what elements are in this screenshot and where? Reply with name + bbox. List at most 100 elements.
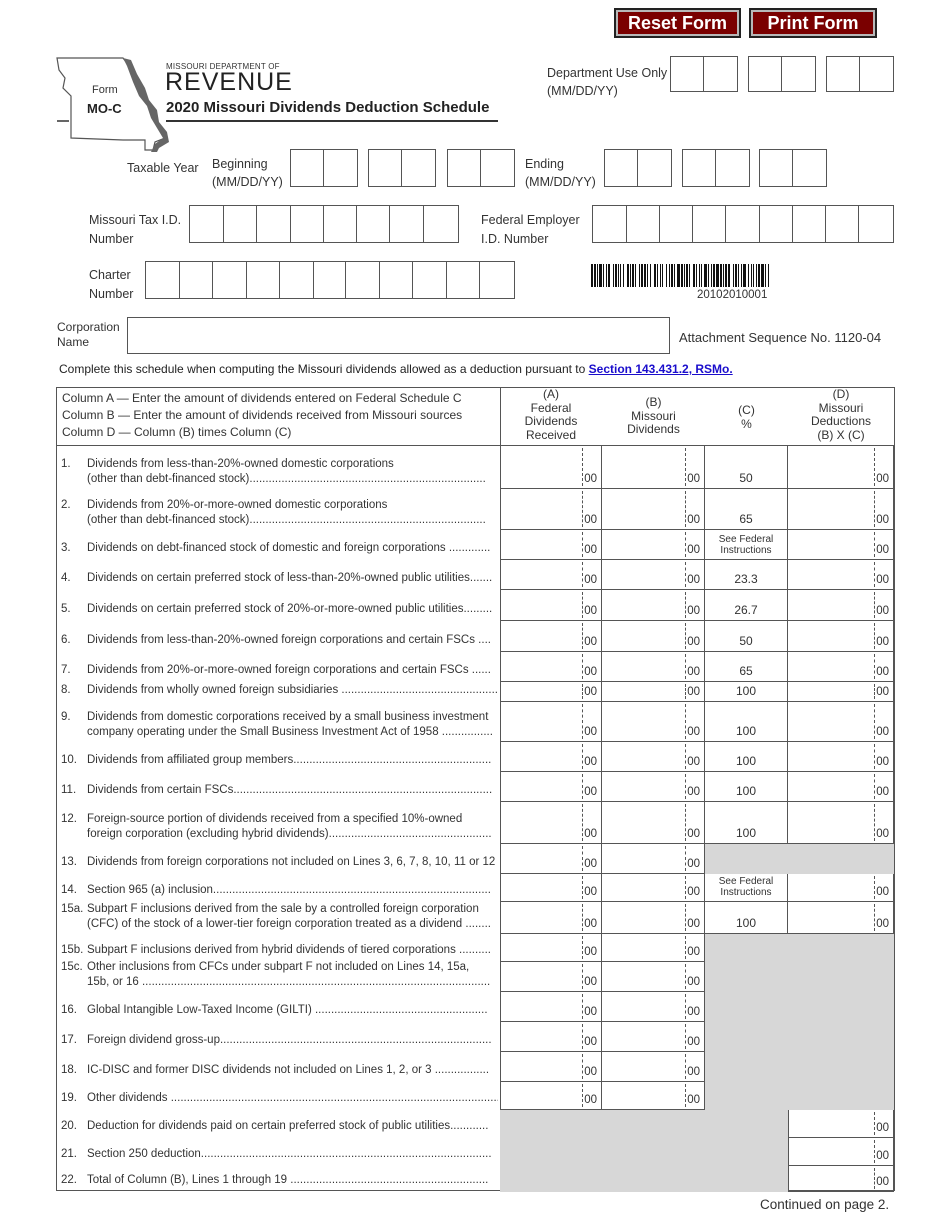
- line-19-col-b-input[interactable]: 00: [602, 1082, 705, 1110]
- line-12-col-a-input[interactable]: 00: [500, 802, 602, 844]
- line-2-col-a-input[interactable]: 00: [500, 489, 602, 530]
- rsmo-section-link[interactable]: Section 143.431.2, RSMo.: [589, 362, 733, 376]
- line-13-col-a-input[interactable]: 00: [500, 844, 602, 874]
- line-14-col-d-input[interactable]: 00: [788, 874, 894, 902]
- charter-number-input[interactable]: [145, 261, 515, 299]
- line-8-col-d-input[interactable]: 00: [788, 682, 894, 702]
- barcode-number: 20102010001: [697, 289, 768, 301]
- line-number: 15c.: [61, 961, 83, 973]
- line-5-col-b-input[interactable]: 00: [602, 590, 705, 621]
- beginning-yy[interactable]: [447, 149, 515, 187]
- table-row-label: 7. Dividends from 20%-or-more-owned fore…: [57, 652, 500, 682]
- cents-label: 00: [876, 514, 889, 526]
- line-15a-col-a-input[interactable]: 00: [500, 902, 602, 934]
- line-description: Dividends from affiliated group members.…: [87, 754, 492, 766]
- line-11-col-b-input[interactable]: 00: [602, 772, 705, 802]
- reset-form-button[interactable]: Reset Form: [614, 8, 741, 38]
- beginning-mm[interactable]: [290, 149, 358, 187]
- line-7-col-d-input[interactable]: 00: [788, 652, 894, 682]
- line-12-col-b-input[interactable]: 00: [602, 802, 705, 844]
- line-9-col-b-input[interactable]: 00: [602, 702, 705, 742]
- beginning-dd[interactable]: [368, 149, 436, 187]
- dept-use-yy[interactable]: [826, 56, 894, 92]
- line-14-col-a-input[interactable]: 00: [500, 874, 602, 902]
- line-1-col-b-input[interactable]: 00: [602, 446, 705, 489]
- line-8-col-a-input[interactable]: 00: [500, 682, 602, 702]
- line-9-col-a-input[interactable]: 00: [500, 702, 602, 742]
- corporation-name-input[interactable]: [127, 317, 670, 354]
- line-22-col-d-input[interactable]: 00: [788, 1166, 894, 1192]
- line-19-col-a-input[interactable]: 00: [500, 1082, 602, 1110]
- line-6-col-b-input[interactable]: 00: [602, 621, 705, 652]
- line-11-col-a-input[interactable]: 00: [500, 772, 602, 802]
- cents-label: 00: [687, 1094, 700, 1106]
- line-15b-col-a-input[interactable]: 00: [500, 934, 602, 962]
- ending-mm[interactable]: [604, 149, 672, 187]
- line-17-col-b-input[interactable]: 00: [602, 1022, 705, 1052]
- line-3-col-b-input[interactable]: 00: [602, 530, 705, 560]
- line-20-col-d-input[interactable]: 00: [788, 1110, 894, 1138]
- line-1-col-a-input[interactable]: 00: [500, 446, 602, 489]
- line-3-col-d-input[interactable]: 00: [788, 530, 894, 560]
- line-10-col-a-input[interactable]: 00: [500, 742, 602, 772]
- line-17-col-a-input[interactable]: 00: [500, 1022, 602, 1052]
- line-10-col-b-input[interactable]: 00: [602, 742, 705, 772]
- line-4-col-b-input[interactable]: 00: [602, 560, 705, 590]
- cents-label: 00: [876, 726, 889, 738]
- line-15c-col-b-input[interactable]: 00: [602, 962, 705, 992]
- percent-value: 100: [735, 826, 757, 840]
- dept-use-mm[interactable]: [670, 56, 738, 92]
- cents-label: 00: [687, 473, 700, 485]
- line-description: Dividends from certain FSCs.............…: [87, 784, 493, 796]
- ending-yy[interactable]: [759, 149, 827, 187]
- line-6-col-a-input[interactable]: 00: [500, 621, 602, 652]
- form-label: Form: [92, 84, 118, 96]
- line-15b-col-b-input[interactable]: 00: [602, 934, 705, 962]
- line-4-col-d-input[interactable]: 00: [788, 560, 894, 590]
- line-number: 9.: [61, 711, 71, 723]
- line-15a-col-d-input[interactable]: 00: [788, 902, 894, 934]
- line-5-col-d-input[interactable]: 00: [788, 590, 894, 621]
- percent-value: 26.7: [734, 603, 758, 617]
- line-15c-col-a-input[interactable]: 00: [500, 962, 602, 992]
- line-12-col-d-input[interactable]: 00: [788, 802, 894, 844]
- line-10-percent: 100: [705, 742, 788, 772]
- revenue-logo: REVENUE: [165, 68, 293, 96]
- print-form-button[interactable]: Print Form: [749, 8, 877, 38]
- line-5-col-a-input[interactable]: 00: [500, 590, 602, 621]
- line-2-col-d-input[interactable]: 00: [788, 489, 894, 530]
- fein-input[interactable]: [592, 205, 894, 243]
- line-description: Dividends on certain preferred stock of …: [87, 572, 493, 584]
- dept-use-dd[interactable]: [748, 56, 816, 92]
- line-number: 13.: [61, 856, 77, 868]
- line-13-col-b-input[interactable]: 00: [602, 844, 705, 874]
- page-title: 2020 Missouri Dividends Deduction Schedu…: [166, 99, 490, 116]
- line-2-col-b-input[interactable]: 00: [602, 489, 705, 530]
- line-18-col-b-input[interactable]: 00: [602, 1052, 705, 1082]
- cents-label: 00: [687, 886, 700, 898]
- line-10-col-d-input[interactable]: 00: [788, 742, 894, 772]
- mo-tax-id-input[interactable]: [189, 205, 459, 243]
- line-15a-col-b-input[interactable]: 00: [602, 902, 705, 934]
- cents-label: 00: [687, 946, 700, 958]
- line-16-col-a-input[interactable]: 00: [500, 992, 602, 1022]
- line-7-col-a-input[interactable]: 00: [500, 652, 602, 682]
- cents-label: 00: [584, 886, 597, 898]
- line-4-col-a-input[interactable]: 00: [500, 560, 602, 590]
- table-row-label: 12. Foreign-source portion of dividends …: [57, 802, 500, 844]
- line-18-col-a-input[interactable]: 00: [500, 1052, 602, 1082]
- line-3-col-a-input[interactable]: 00: [500, 530, 602, 560]
- line-6-col-d-input[interactable]: 00: [788, 621, 894, 652]
- line-8-col-b-input[interactable]: 00: [602, 682, 705, 702]
- line-14-col-b-input[interactable]: 00: [602, 874, 705, 902]
- line-7-col-b-input[interactable]: 00: [602, 652, 705, 682]
- line-5-percent: 26.7: [705, 590, 788, 621]
- ending-dd[interactable]: [682, 149, 750, 187]
- line-9-col-d-input[interactable]: 00: [788, 702, 894, 742]
- line-1-col-d-input[interactable]: 00: [788, 446, 894, 489]
- cents-label: 00: [687, 756, 700, 768]
- cents-label: 00: [584, 726, 597, 738]
- line-11-col-d-input[interactable]: 00: [788, 772, 894, 802]
- line-21-col-d-input[interactable]: 00: [788, 1138, 894, 1166]
- line-16-col-b-input[interactable]: 00: [602, 992, 705, 1022]
